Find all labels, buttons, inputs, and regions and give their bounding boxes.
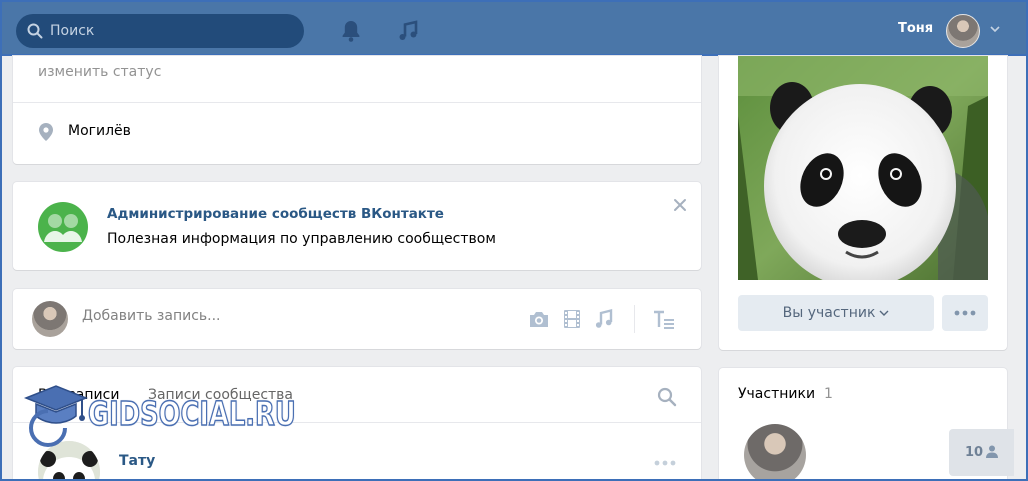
divider — [13, 102, 701, 103]
text-format-icon[interactable] — [653, 308, 675, 330]
more-options-icon[interactable] — [653, 459, 677, 467]
top-bar: Тоня — [0, 0, 1028, 56]
more-options-icon — [954, 310, 976, 316]
community-admin-icon — [38, 202, 88, 252]
profile-info-card: изменить статус Могилёв — [13, 56, 701, 164]
watermark: GIDSOCIAL.RU — [22, 382, 322, 452]
community-cover-card: Вы участник — [719, 56, 1007, 350]
promo-title[interactable]: Администрирование сообществ ВКонтакте — [107, 206, 444, 222]
avatar — [32, 301, 68, 337]
chevron-down-icon — [879, 310, 889, 316]
member-status-label: Вы участник — [782, 305, 876, 321]
post-author-name[interactable]: Тату — [119, 453, 155, 469]
close-icon[interactable] — [672, 197, 688, 213]
online-count: 10 — [965, 445, 984, 460]
music-icon[interactable] — [396, 19, 420, 43]
audio-icon[interactable] — [593, 308, 615, 330]
search-box[interactable] — [16, 14, 304, 48]
search-icon[interactable] — [657, 387, 677, 407]
member-status-button[interactable]: Вы участник — [738, 295, 934, 331]
community-avatar-image[interactable] — [738, 56, 988, 280]
chevron-down-icon[interactable] — [989, 24, 1001, 34]
camera-icon[interactable] — [528, 308, 550, 330]
promo-description: Полезная информация по управлению сообще… — [107, 231, 496, 247]
video-icon[interactable] — [561, 308, 583, 330]
members-title[interactable]: Участники — [738, 386, 815, 402]
add-post-input[interactable]: Добавить запись... — [82, 308, 221, 324]
online-friends-badge[interactable]: 10 — [949, 429, 1014, 476]
location-pin-icon — [39, 123, 53, 141]
search-icon — [27, 23, 43, 39]
search-input[interactable] — [50, 14, 290, 48]
graduation-cap-logo-icon — [23, 385, 89, 447]
promo-card: Администрирование сообществ ВКонтакте По… — [13, 182, 701, 270]
more-actions-button[interactable] — [942, 295, 988, 331]
watermark-text: GIDSOCIAL.RU — [87, 393, 296, 434]
post-composer: Добавить запись... — [13, 289, 701, 349]
member-avatar[interactable] — [744, 424, 806, 481]
user-avatar[interactable] — [946, 14, 980, 48]
divider — [634, 305, 635, 333]
change-status-link[interactable]: изменить статус — [38, 64, 161, 80]
user-name[interactable]: Тоня — [898, 21, 933, 36]
person-icon — [986, 445, 998, 458]
bell-icon[interactable] — [339, 19, 363, 43]
city-value[interactable]: Могилёв — [68, 123, 131, 139]
members-count: 1 — [824, 386, 833, 402]
